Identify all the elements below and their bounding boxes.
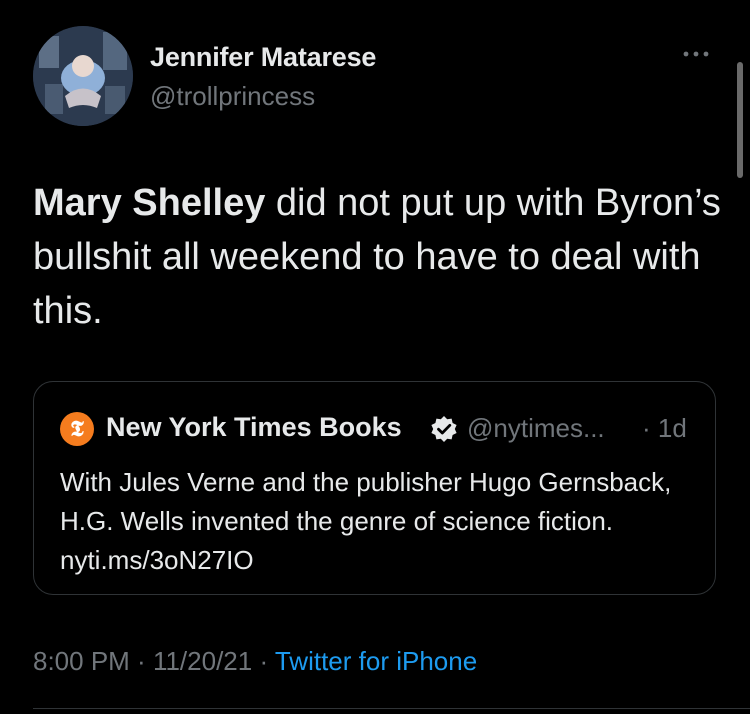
tweet-text: Mary Shelley did not put up with Byron’s… bbox=[33, 176, 723, 338]
meta-separator: · bbox=[129, 646, 153, 676]
quoted-author-handle: @nytimes... bbox=[467, 413, 605, 443]
quoted-tweet-text: With Jules Verne and the publisher Hugo … bbox=[60, 467, 672, 575]
tweet-source-link[interactable]: Twitter for iPhone bbox=[275, 646, 477, 676]
avatar[interactable] bbox=[33, 26, 133, 126]
tweet-date[interactable]: 11/20/21 bbox=[153, 646, 252, 676]
tweet-meta: 8:00 PM · 11/20/21 · Twitter for iPhone bbox=[33, 646, 477, 677]
quoted-timestamp: · 1d bbox=[642, 413, 687, 443]
author-handle[interactable]: @trollprincess bbox=[150, 81, 315, 112]
nyt-logo-icon: 𝕿 bbox=[60, 412, 94, 446]
tweet-text-bold: Mary Shelley bbox=[33, 182, 266, 224]
author-display-name[interactable]: Jennifer Matarese bbox=[150, 42, 376, 73]
meta-separator: · bbox=[252, 646, 275, 676]
more-dots-icon[interactable] bbox=[680, 44, 712, 64]
quoted-author-name: New York Times Books bbox=[106, 412, 402, 442]
scrollbar[interactable] bbox=[737, 62, 743, 178]
tweet-time[interactable]: 8:00 PM bbox=[33, 646, 130, 676]
verified-badge-icon bbox=[429, 414, 459, 444]
avatar-image bbox=[33, 26, 133, 126]
divider bbox=[33, 708, 750, 709]
